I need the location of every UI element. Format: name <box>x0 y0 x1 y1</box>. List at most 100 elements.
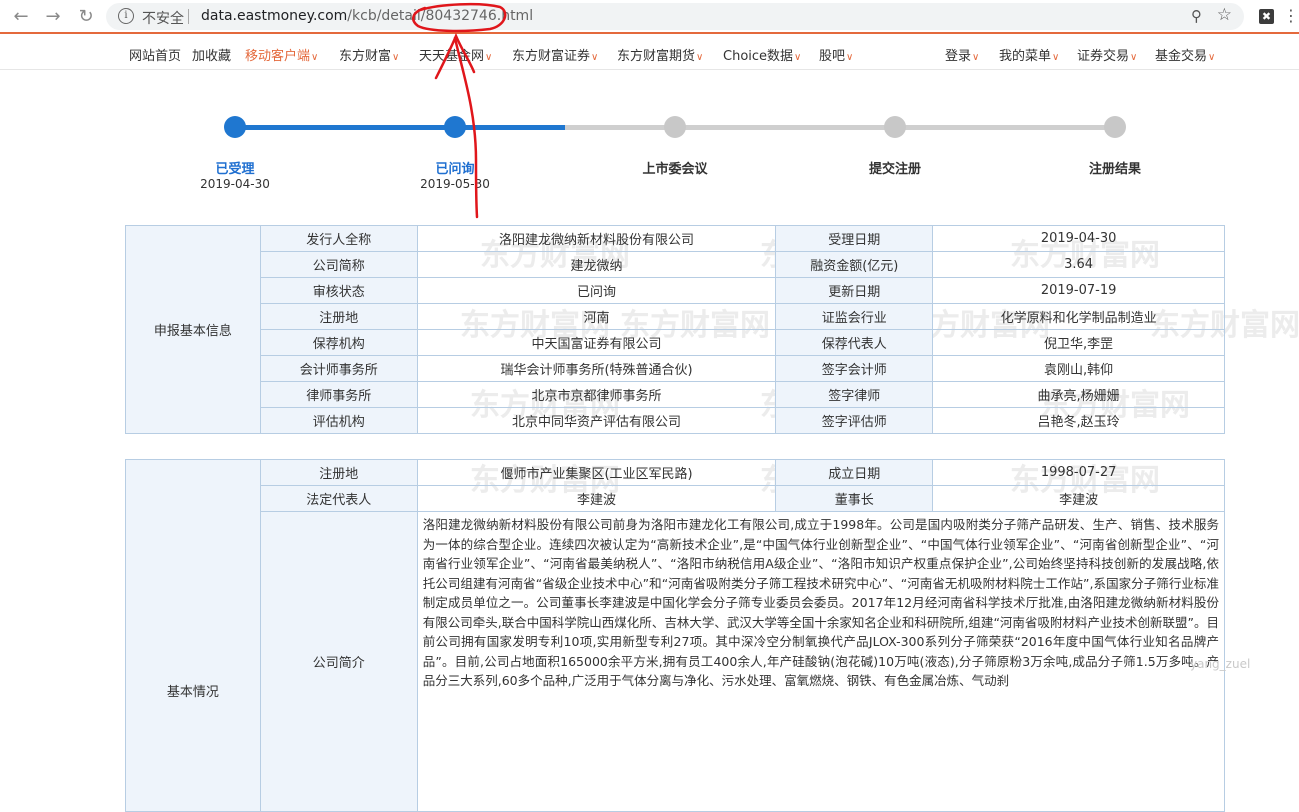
nav-item-label: 加收藏 <box>192 49 232 64</box>
section-title: 基本情况 <box>125 459 261 812</box>
field-value: 已问询 <box>416 277 777 304</box>
nav-item-label: 基金交易 <box>1155 49 1208 64</box>
field-label: 成立日期 <box>775 459 934 486</box>
field-value: 袁刚山,韩仰 <box>932 355 1225 382</box>
field-label: 公司简介 <box>259 511 418 812</box>
table-row: 律师事务所 北京市京都律师事务所 签字律师 曲承亮,杨姗姗 <box>126 381 1225 408</box>
field-value: 偃师市产业集聚区(工业区军民路) <box>416 459 777 486</box>
chevron-down-icon: ∨ <box>696 52 704 63</box>
zoom-icon[interactable]: ⚲ <box>1191 7 1202 25</box>
progress-track-done <box>235 125 565 130</box>
field-label: 证监会行业 <box>775 303 934 330</box>
nav-item-4[interactable]: 天天基金网∨ <box>419 45 492 64</box>
section-title: 申报基本信息 <box>125 225 261 434</box>
chevron-down-icon: ∨ <box>1130 52 1138 63</box>
nav-item-label: 东方财富 <box>339 49 392 64</box>
step-label: 已受理 <box>215 162 255 177</box>
address-separator <box>188 9 189 24</box>
field-label: 签字会计师 <box>775 355 934 382</box>
url-text[interactable]: data.eastmoney.com/kcb/detail/80432746.h… <box>201 8 533 24</box>
nav-item-label: 东方财富期货 <box>617 49 696 64</box>
nav-item-label: 登录 <box>945 49 972 64</box>
basic-info-table: 申报基本信息 发行人全称 洛阳建龙微纳新材料股份有限公司 受理日期 2019-04-30… <box>125 225 1225 434</box>
nav-item-2[interactable]: 移动客户端∨ <box>245 45 318 64</box>
extension-icon[interactable]: ✖ <box>1259 9 1274 24</box>
nav-item-9[interactable]: 登录∨ <box>945 45 979 64</box>
field-value: 倪卫华,李罡 <box>932 329 1225 356</box>
field-value: 建龙微纳 <box>416 251 777 278</box>
field-label: 签字律师 <box>775 381 934 408</box>
field-value: 李建波 <box>932 485 1225 512</box>
table-row: 公司简介 洛阳建龙微纳新材料股份有限公司前身为洛阳市建龙化工有限公司,成立于199… <box>126 511 1226 812</box>
browser-toolbar: ← → ↻ i 不安全 data.eastmoney.com/kcb/detai… <box>0 0 1299 34</box>
field-label: 签字评估师 <box>775 407 934 434</box>
step-dot-2 <box>664 116 686 138</box>
chevron-down-icon: ∨ <box>392 52 400 63</box>
field-label: 评估机构 <box>259 407 418 434</box>
field-value: 曲承亮,杨姗姗 <box>932 381 1225 408</box>
nav-item-7[interactable]: Choice数据∨ <box>723 45 801 64</box>
field-label: 发行人全称 <box>259 225 418 252</box>
step-label: 上市委会议 <box>642 162 708 177</box>
table-row: 注册地 河南 证监会行业 化学原料和化学制品制造业 <box>126 303 1225 330</box>
field-label: 更新日期 <box>775 277 934 304</box>
forward-arrow-icon[interactable]: → <box>42 6 64 28</box>
step-dot-3 <box>884 116 906 138</box>
chevron-down-icon: ∨ <box>1208 52 1216 63</box>
bookmark-star-icon[interactable]: ☆ <box>1217 5 1232 25</box>
field-value: 2019-04-30 <box>932 225 1225 252</box>
field-value: 1998-07-27 <box>932 459 1225 486</box>
field-label: 保荐代表人 <box>775 329 934 356</box>
step-label: 注册结果 <box>1088 162 1141 177</box>
field-value: 中天国富证券有限公司 <box>416 329 777 356</box>
field-value: 3.64 <box>932 251 1225 278</box>
nav-item-1[interactable]: 加收藏 <box>192 45 231 64</box>
address-bar[interactable]: i 不安全 data.eastmoney.com/kcb/detail/8043… <box>106 3 1244 30</box>
back-arrow-icon[interactable]: ← <box>10 6 32 28</box>
field-label: 法定代表人 <box>259 485 418 512</box>
nav-item-label: 移动客户端 <box>245 49 311 64</box>
nav-item-label: 网站首页 <box>129 49 182 64</box>
table-row: 法定代表人 李建波 董事长 李建波 <box>126 485 1225 512</box>
nav-item-12[interactable]: 基金交易∨ <box>1155 45 1215 64</box>
chevron-down-icon: ∨ <box>485 52 493 63</box>
table-row: 基本情况 注册地 偃师市产业集聚区(工业区军民路) 成立日期 1998-07-27 <box>125 459 1225 812</box>
table-row: 保荐机构 中天国富证券有限公司 保荐代表人 倪卫华,李罡 <box>126 329 1225 356</box>
field-value: 河南 <box>416 303 777 330</box>
chevron-down-icon: ∨ <box>846 52 854 63</box>
field-value: 北京市京都律师事务所 <box>416 381 777 408</box>
field-label: 注册地 <box>259 303 418 330</box>
field-label: 注册地 <box>259 459 418 486</box>
browser-menu-icon[interactable]: ⋮ <box>1283 6 1299 25</box>
nav-item-10[interactable]: 我的菜单∨ <box>999 45 1059 64</box>
field-label: 审核状态 <box>259 277 418 304</box>
nav-item-3[interactable]: 东方财富∨ <box>339 45 399 64</box>
insecure-label[interactable]: 不安全 <box>142 8 184 28</box>
reload-icon[interactable]: ↻ <box>75 6 97 28</box>
image-credit: yang_zuel <box>1190 657 1251 671</box>
step-dot-4 <box>1104 116 1126 138</box>
nav-item-5[interactable]: 东方财富证券∨ <box>512 45 598 64</box>
company-info-table: 基本情况 注册地 偃师市产业集聚区(工业区军民路) 成立日期 1998-07-27 法定代… <box>125 459 1226 812</box>
step-date: 2019-04-30 <box>200 177 270 191</box>
step-label: 提交注册 <box>868 162 921 177</box>
field-value: 化学原料和化学制品制造业 <box>932 303 1225 330</box>
nav-item-11[interactable]: 证券交易∨ <box>1077 45 1137 64</box>
table-row: 评估机构 北京中同华资产评估有限公司 签字评估师 吕艳冬,赵玉玲 <box>126 407 1225 434</box>
table-row: 申报基本信息 发行人全称 洛阳建龙微纳新材料股份有限公司 受理日期 2019-04-30 <box>125 225 1225 434</box>
field-label: 保荐机构 <box>259 329 418 356</box>
chevron-down-icon: ∨ <box>972 52 980 63</box>
nav-item-6[interactable]: 东方财富期货∨ <box>617 45 703 64</box>
nav-item-label: Choice数据 <box>723 49 794 64</box>
progress-track-pending <box>565 125 1115 130</box>
step-label: 已问询 <box>435 162 475 177</box>
nav-item-8[interactable]: 股吧∨ <box>819 45 853 64</box>
chevron-down-icon: ∨ <box>311 52 319 63</box>
nav-item-0[interactable]: 网站首页 <box>129 45 181 64</box>
table-row: 审核状态 已问询 更新日期 2019-07-19 <box>126 277 1225 304</box>
field-label: 融资金额(亿元) <box>775 251 934 278</box>
field-label: 受理日期 <box>775 225 934 252</box>
info-icon[interactable]: i <box>118 8 134 24</box>
chevron-down-icon: ∨ <box>794 52 802 63</box>
field-label: 董事长 <box>775 485 934 512</box>
